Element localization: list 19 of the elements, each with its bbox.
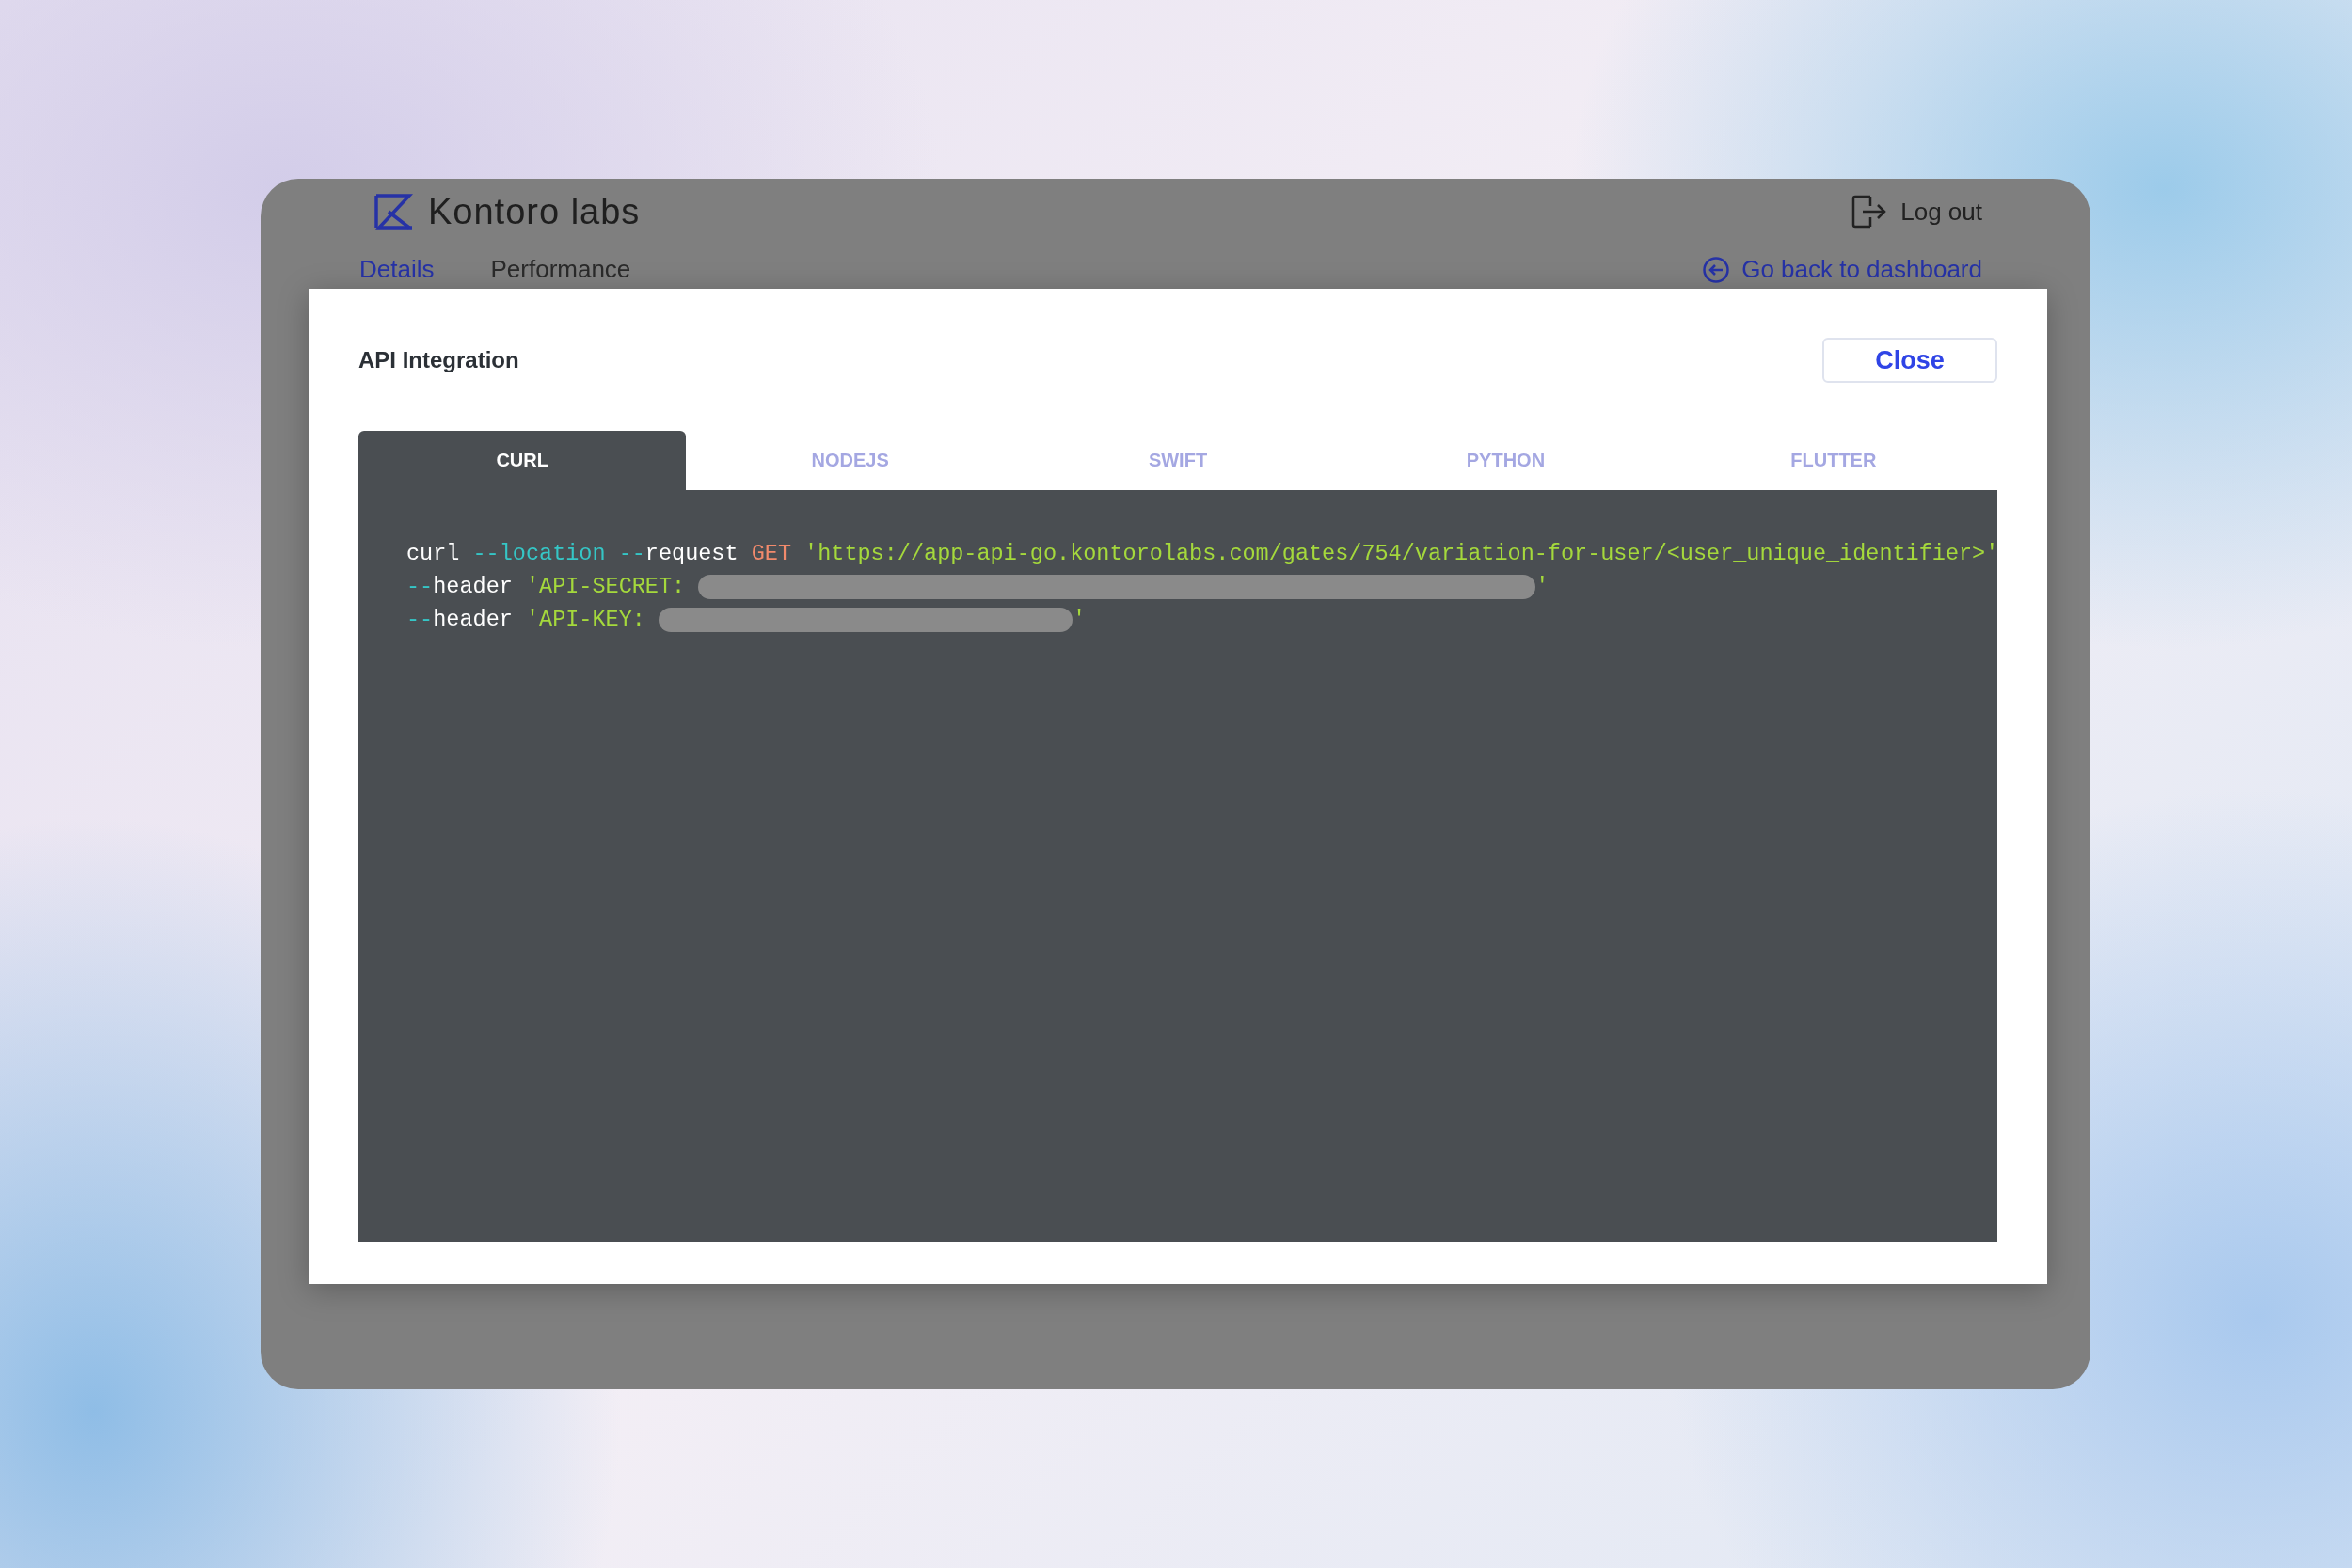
language-tab[interactable]: FLUTTER <box>1669 431 1998 490</box>
code-text: --header 'API-KEY: <box>406 607 646 632</box>
code-text: ' <box>1072 607 1087 632</box>
code-text: --header 'API-SECRET: <box>406 574 687 599</box>
close-button[interactable]: Close <box>1822 338 1997 383</box>
language-tab[interactable]: NODEJS <box>686 431 1014 490</box>
language-tab[interactable]: PYTHON <box>1342 431 1670 490</box>
logout-button[interactable]: Log out <box>1851 195 1982 229</box>
logout-icon <box>1851 195 1888 229</box>
page-tab[interactable]: Performance <box>490 255 631 284</box>
page-tab[interactable]: Details <box>359 255 435 284</box>
brand-name: Kontoro labs <box>428 191 641 232</box>
language-tab[interactable]: CURL <box>358 431 687 490</box>
dialog-title: API Integration <box>358 347 519 373</box>
logo-icon <box>373 193 415 230</box>
code-text: ' <box>1535 574 1549 599</box>
code-line: curl --location --request GET 'https://app-api-go.kontorolabs.com/gates/754/variation-for-user/<user_unique_identifier>' <box>406 541 1999 566</box>
back-link[interactable]: Go back to dashboard <box>1702 255 1982 284</box>
language-tab[interactable]: SWIFT <box>1013 431 1343 490</box>
